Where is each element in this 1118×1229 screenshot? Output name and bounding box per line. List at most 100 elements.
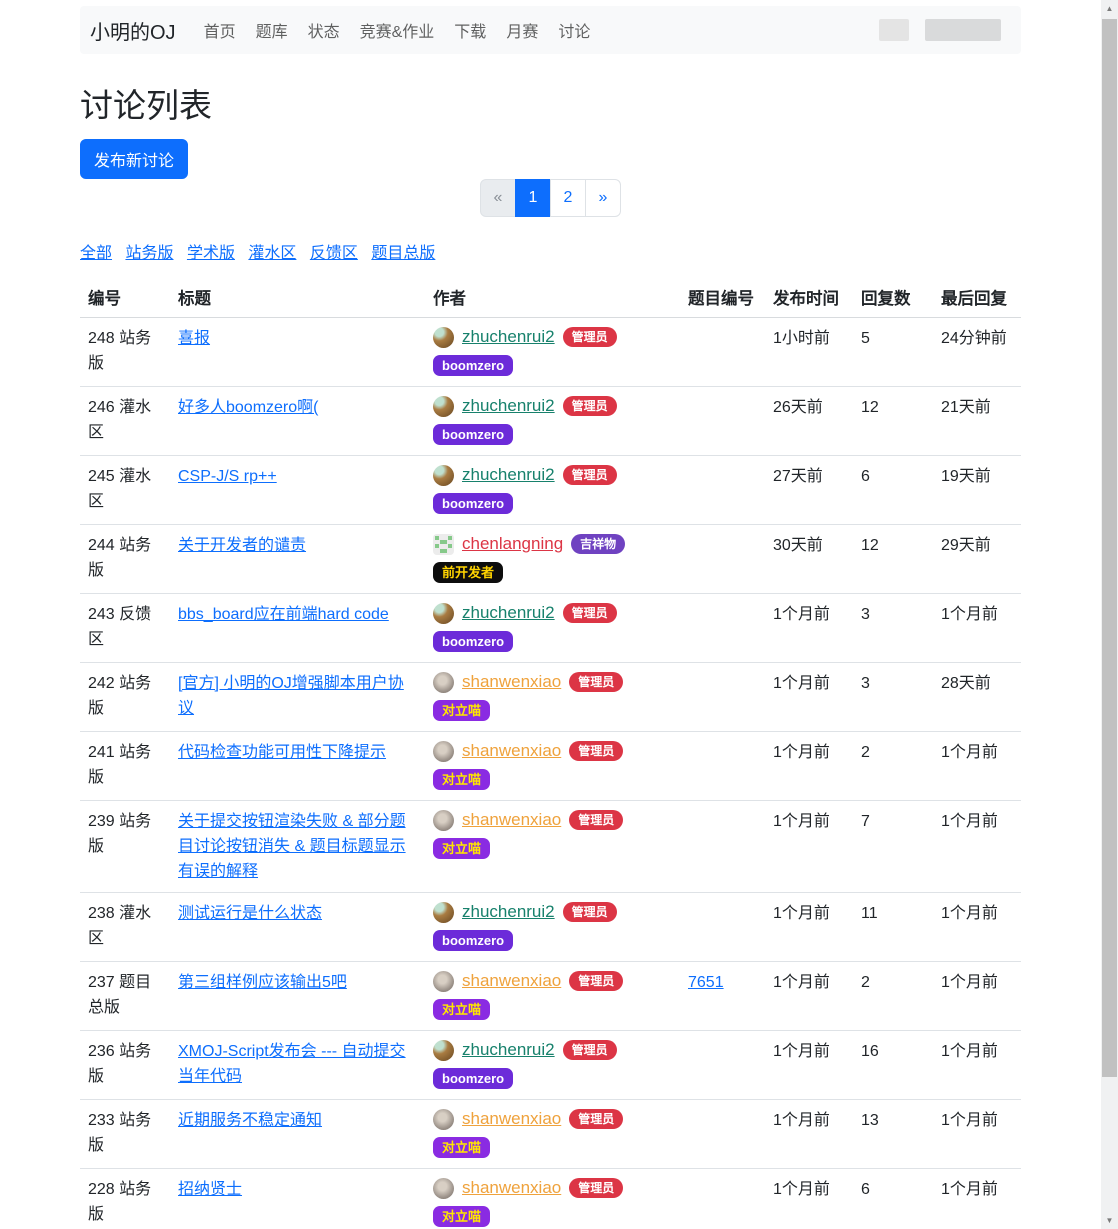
user-avatar[interactable] (433, 327, 454, 348)
problem-link[interactable]: 7651 (688, 974, 724, 991)
discussion-title-link[interactable]: 喜报 (178, 330, 210, 347)
discussion-title-link[interactable]: 关于开发者的谴责 (178, 537, 306, 554)
author-link[interactable]: zhuchenrui2 (462, 901, 555, 923)
role-badge: 管理员 (563, 465, 617, 485)
nav-item-problems[interactable]: 题库 (246, 10, 298, 50)
discussion-title-link[interactable]: 关于提交按钮渲染失败 & 部分题目讨论按钮消失 & 题目标题显示有误的解释 (178, 813, 406, 880)
author-link[interactable]: zhuchenrui2 (462, 1039, 555, 1061)
row-title-cell: 招纳贤士 (170, 1169, 425, 1229)
tag-line: 前开发者 (433, 560, 672, 585)
scrollbar-thumb[interactable] (1102, 19, 1117, 1077)
navbar-user-area (879, 19, 1001, 41)
row-title-cell: [官方] 小明的OJ增强脚本用户协议 (170, 663, 425, 732)
author-line: chenlangning 吉祥物 (433, 533, 672, 555)
filter-all[interactable]: 全部 (80, 245, 112, 262)
filter-academic-board[interactable]: 学术版 (187, 245, 235, 262)
discussion-title-link[interactable]: 近期服务不稳定通知 (178, 1112, 322, 1129)
scrollbar-down-icon[interactable]: ▼ (1101, 1212, 1118, 1229)
nav-item-downloads[interactable]: 下载 (444, 10, 496, 50)
user-avatar[interactable] (433, 902, 454, 923)
filter-problem-board[interactable]: 题目总版 (371, 245, 435, 262)
user-avatar[interactable] (433, 741, 454, 762)
user-avatar[interactable] (433, 971, 454, 992)
username-redacted[interactable] (925, 19, 1001, 41)
author-link[interactable]: shanwenxiao (462, 1108, 561, 1130)
user-avatar[interactable] (433, 1040, 454, 1061)
scrollbar[interactable]: ▲ ▼ (1101, 0, 1118, 1229)
row-last-reply-cell: 1个月前 (933, 962, 1021, 1031)
created-time: 1个月前 (773, 974, 830, 991)
author-link[interactable]: zhuchenrui2 (462, 326, 555, 348)
nav-item-home[interactable]: 首页 (194, 10, 246, 50)
table-row: 233 站务版 近期服务不稳定通知 shanwenxiao 管理员 对立喵 1个… (80, 1100, 1021, 1169)
table-row: 237 题目总版 第三组样例应该输出5吧 shanwenxiao 管理员 对立喵… (80, 962, 1021, 1031)
discussion-title-link[interactable]: 第三组样例应该输出5吧 (178, 974, 347, 991)
discussion-title-link[interactable]: 测试运行是什么状态 (178, 905, 322, 922)
author-link[interactable]: chenlangning (462, 533, 563, 555)
user-avatar[interactable] (433, 672, 454, 693)
row-problem-cell (680, 1100, 765, 1169)
reply-count: 2 (861, 974, 870, 991)
nav-item-contests[interactable]: 竞赛&作业 (350, 10, 445, 50)
row-author-cell: zhuchenrui2 管理员 boomzero (425, 456, 680, 525)
discussion-title-link[interactable]: 招纳贤士 (178, 1181, 242, 1198)
user-avatar[interactable] (433, 396, 454, 417)
filter-offtopic-board[interactable]: 灌水区 (248, 245, 296, 262)
row-replies-cell: 12 (853, 525, 933, 594)
last-reply-time: 1个月前 (941, 744, 998, 761)
pagination-page-1[interactable]: 1 (515, 179, 551, 217)
author-line: zhuchenrui2 管理员 (433, 464, 672, 486)
author-line: shanwenxiao 管理员 (433, 740, 672, 762)
author-link[interactable]: zhuchenrui2 (462, 464, 555, 486)
user-tag-badge: boomzero (433, 355, 513, 376)
nav-item-discuss[interactable]: 讨论 (548, 10, 600, 50)
author-line: zhuchenrui2 管理员 (433, 326, 672, 348)
new-discussion-button[interactable]: 发布新讨论 (80, 139, 188, 179)
author-link[interactable]: zhuchenrui2 (462, 395, 555, 417)
pagination-next[interactable]: » (585, 179, 621, 217)
author-line: zhuchenrui2 管理员 (433, 602, 672, 624)
user-avatar[interactable] (433, 603, 454, 624)
discussion-title-link[interactable]: bbs_board应在前端hard code (178, 606, 389, 623)
nav-item-monthly[interactable]: 月赛 (496, 10, 548, 50)
user-avatar[interactable] (433, 810, 454, 831)
user-avatar[interactable] (433, 534, 454, 555)
user-avatar[interactable] (433, 1109, 454, 1130)
pagination-prev[interactable]: « (480, 179, 516, 217)
discussion-title-link[interactable]: CSP-J/S rp++ (178, 468, 277, 485)
row-last-reply-cell: 1个月前 (933, 1169, 1021, 1229)
row-id-cell: 243 反馈区 (80, 594, 170, 663)
row-replies-cell: 6 (853, 456, 933, 525)
author-link[interactable]: shanwenxiao (462, 970, 561, 992)
scrollbar-up-icon[interactable]: ▲ (1101, 0, 1118, 17)
user-avatar[interactable] (433, 465, 454, 486)
author-link[interactable]: shanwenxiao (462, 671, 561, 693)
author-link[interactable]: zhuchenrui2 (462, 602, 555, 624)
row-author-cell: zhuchenrui2 管理员 boomzero (425, 893, 680, 962)
discussion-title-link[interactable]: 代码检查功能可用性下降提示 (178, 744, 386, 761)
filter-site-board[interactable]: 站务版 (125, 245, 173, 262)
discussion-title-link[interactable]: [官方] 小明的OJ增强脚本用户协议 (178, 675, 404, 717)
author-link[interactable]: shanwenxiao (462, 809, 561, 831)
role-badge: 管理员 (569, 971, 623, 991)
filter-feedback-board[interactable]: 反馈区 (310, 245, 358, 262)
role-badge: 管理员 (569, 810, 623, 830)
row-id-text: 228 站务版 (88, 1181, 151, 1223)
nav-item-status[interactable]: 状态 (298, 10, 350, 50)
author-line: shanwenxiao 管理员 (433, 970, 672, 992)
discussion-title-link[interactable]: 好多人boomzero啊( (178, 399, 318, 416)
created-time: 1个月前 (773, 606, 830, 623)
last-reply-time: 1个月前 (941, 974, 998, 991)
user-avatar-redacted[interactable] (879, 19, 909, 41)
user-avatar[interactable] (433, 1178, 454, 1199)
row-id-cell: 239 站务版 (80, 801, 170, 893)
row-problem-cell (680, 594, 765, 663)
discussion-title-link[interactable]: XMOJ-Script发布会 --- 自动提交当年代码 (178, 1043, 406, 1085)
user-tag-badge: 对立喵 (433, 1137, 490, 1158)
brand[interactable]: 小明的OJ (90, 16, 176, 45)
pagination-page-2[interactable]: 2 (550, 179, 586, 217)
row-id-cell: 228 站务版 (80, 1169, 170, 1229)
author-link[interactable]: shanwenxiao (462, 1177, 561, 1199)
author-link[interactable]: shanwenxiao (462, 740, 561, 762)
role-badge: 管理员 (569, 1109, 623, 1129)
